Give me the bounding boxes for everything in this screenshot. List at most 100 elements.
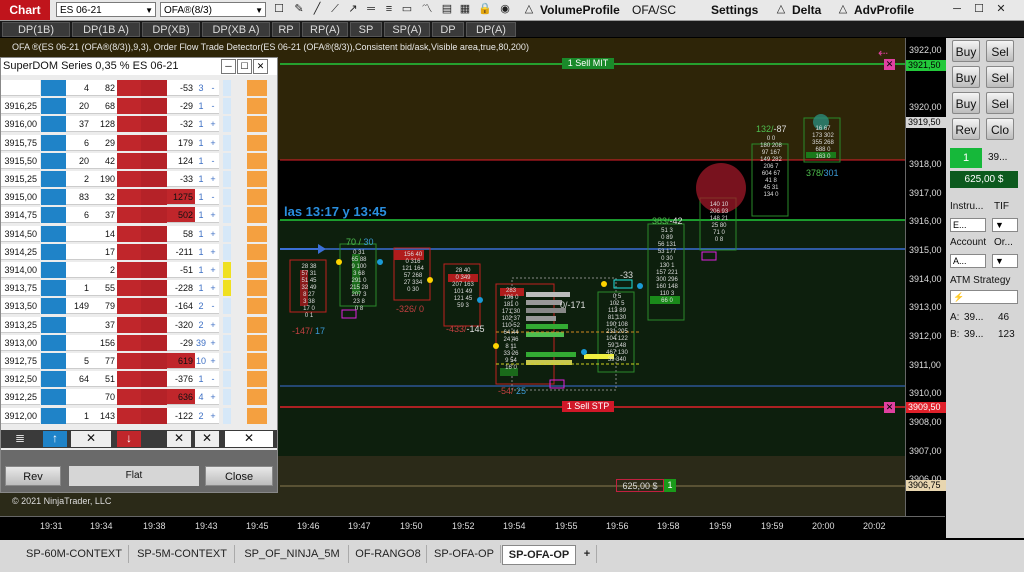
- dom-row[interactable]: 3913,75 1 55 -228 1 +: [1, 280, 277, 297]
- arrow-down-icon[interactable]: ↓: [117, 431, 141, 447]
- dom-price[interactable]: 3913,50: [1, 298, 40, 315]
- dom-price[interactable]: 3915,00: [1, 189, 40, 206]
- arrow-tool-icon[interactable]: ↗: [346, 2, 360, 16]
- dom-ask-cell[interactable]: [141, 371, 167, 388]
- dom-ask-cell[interactable]: [117, 334, 141, 351]
- checkbox-icon[interactable]: ☐: [272, 2, 286, 16]
- dp-a-button[interactable]: DP(A): [466, 22, 516, 37]
- rect-tool-icon[interactable]: ▭: [400, 2, 414, 16]
- dom-row[interactable]: 3914,00 2 -51 1 +: [1, 262, 277, 278]
- sp-button[interactable]: SP: [350, 22, 382, 37]
- cancel-bids-icon[interactable]: ✕: [71, 431, 111, 447]
- tab-sp-5m-context[interactable]: SP-5M-CONTEXT: [130, 545, 235, 563]
- dom-price[interactable]: 3915,50: [1, 152, 40, 169]
- rp-button[interactable]: RP: [272, 22, 300, 37]
- dom-price[interactable]: 3913,00: [1, 334, 40, 351]
- dom-ask-cell[interactable]: [141, 353, 167, 369]
- dp-1b-a-button[interactable]: DP(1B A): [72, 22, 140, 37]
- dom-price[interactable]: 3915,25: [1, 171, 40, 187]
- superdom-titlebar[interactable]: SuperDOM Series 0,35 % ES 06-21 ─ ☐ ✕: [1, 58, 277, 75]
- lock-icon[interactable]: 🔒: [478, 2, 492, 16]
- dom-price[interactable]: 3914,50: [1, 225, 40, 242]
- dom-ask-cell[interactable]: [141, 316, 167, 333]
- dp-1b-button[interactable]: DP(1B): [2, 22, 70, 37]
- dom-price[interactable]: 3912,75: [1, 353, 40, 369]
- dom-price[interactable]: 3913,25: [1, 316, 40, 333]
- cancel-stops-icon[interactable]: ✕: [195, 431, 219, 447]
- sell-market-button[interactable]: Sel: [986, 40, 1014, 62]
- tab-sp-ofa-op-active[interactable]: SP-OFA-OP: [502, 545, 576, 565]
- delta-button[interactable]: Delta: [792, 2, 821, 18]
- settings-button[interactable]: Settings: [711, 2, 758, 18]
- close-icon[interactable]: ✕: [994, 2, 1008, 16]
- dom-bid-cell[interactable]: [41, 389, 66, 406]
- dom-ask-cell[interactable]: [141, 189, 167, 206]
- dom-ask-cell[interactable]: [141, 243, 167, 260]
- dom-ask-cell[interactable]: [117, 116, 141, 133]
- instrument-select[interactable]: ES 06-21 ▼: [56, 2, 156, 17]
- ray-tool-icon[interactable]: ⟋: [328, 2, 342, 16]
- dom-ask-cell[interactable]: [141, 334, 167, 351]
- chart-type-icon[interactable]: ▤: [440, 2, 454, 16]
- dom-ask-cell[interactable]: [141, 225, 167, 242]
- dom-bid-cell[interactable]: [41, 80, 66, 96]
- dom-ask-cell[interactable]: [117, 243, 141, 260]
- rp-a-button[interactable]: RP(A): [302, 22, 348, 37]
- dom-row[interactable]: 3913,00 156 -29 39 +: [1, 334, 277, 351]
- volume-profile-button[interactable]: VolumeProfile: [540, 2, 620, 18]
- grid-icon[interactable]: ▦: [458, 2, 472, 16]
- dom-row[interactable]: 3912,25 70 636 4 +: [1, 389, 277, 406]
- position-qty[interactable]: 1: [664, 479, 676, 492]
- dom-row[interactable]: 3915,50 20 42 124 1-: [1, 152, 277, 169]
- dom-ask-cell[interactable]: [141, 116, 167, 133]
- sell-mit-order[interactable]: 1 Sell MIT: [562, 58, 614, 69]
- dom-ask-cell[interactable]: [141, 171, 167, 187]
- dom-row[interactable]: 3915,00 83 32 1275 1-: [1, 189, 277, 206]
- dom-ask-cell[interactable]: [117, 98, 141, 115]
- account-select[interactable]: A...: [950, 254, 986, 268]
- dom-bid-cell[interactable]: [41, 334, 66, 351]
- dom-ask-cell[interactable]: [141, 262, 167, 278]
- dom-price[interactable]: 3912,25: [1, 389, 40, 406]
- dom-ask-cell[interactable]: [117, 189, 141, 206]
- dom-bid-cell[interactable]: [41, 243, 66, 260]
- dp-xb-button[interactable]: DP(XB): [142, 22, 200, 37]
- dom-bid-cell[interactable]: [41, 371, 66, 388]
- dom-bid-cell[interactable]: [41, 407, 66, 424]
- dom-ask-cell[interactable]: [117, 371, 141, 388]
- camera-icon[interactable]: ◉: [498, 2, 512, 16]
- sp-a-button[interactable]: SP(A): [384, 22, 430, 37]
- dom-ask-cell[interactable]: [117, 353, 141, 369]
- cancel-order-icon[interactable]: ✕: [884, 402, 895, 413]
- dom-ask-cell[interactable]: [141, 80, 167, 96]
- tif-select[interactable]: ▼: [992, 218, 1018, 232]
- dom-row[interactable]: 3915,75 6 29 179 1 +: [1, 134, 277, 151]
- dom-price[interactable]: 3916,00: [1, 116, 40, 133]
- superdom-window[interactable]: SuperDOM Series 0,35 % ES 06-21 ─ ☐ ✕ 48…: [0, 57, 278, 493]
- dom-ask-cell[interactable]: [117, 389, 141, 406]
- tab-sp-of-ninja-5m[interactable]: SP_OF_NINJA_5M: [236, 545, 349, 563]
- dom-row[interactable]: 3913,25 37 -320 2 +: [1, 316, 277, 333]
- close-position-button[interactable]: Close: [205, 466, 273, 486]
- reverse-button[interactable]: Rev: [952, 118, 980, 140]
- dom-ask-cell[interactable]: [117, 298, 141, 315]
- line-tool-icon[interactable]: ╱: [310, 2, 324, 16]
- maximize-icon[interactable]: ☐: [972, 2, 986, 16]
- dom-bid-cell[interactable]: [41, 353, 66, 369]
- dom-price[interactable]: 3913,75: [1, 280, 40, 297]
- dom-row[interactable]: 3912,50 64 51 -376 1-: [1, 371, 277, 388]
- dom-row[interactable]: 4 82 -53 3-: [1, 80, 277, 96]
- dom-price[interactable]: 3912,00: [1, 407, 40, 424]
- dom-row[interactable]: 3914,75 6 37 502 1 +: [1, 207, 277, 224]
- rev-button[interactable]: Rev: [5, 466, 61, 486]
- price-axis[interactable]: 3922,00 3921,50 3920,00 3919,50 3918,00 …: [905, 38, 946, 516]
- dom-bid-cell[interactable]: [41, 152, 66, 169]
- dom-bid-cell[interactable]: [41, 171, 66, 187]
- buy-stop-button[interactable]: Buy: [952, 92, 980, 114]
- ofa-sc-button[interactable]: OFA/SC: [632, 2, 676, 18]
- dom-ask-cell[interactable]: [117, 225, 141, 242]
- dom-row[interactable]: 3915,25 2 190 -33 1 +: [1, 171, 277, 187]
- order-qty-input[interactable]: ▼: [992, 254, 1018, 268]
- cancel-all-icon[interactable]: ✕: [225, 431, 273, 447]
- dom-bid-cell[interactable]: [41, 262, 66, 278]
